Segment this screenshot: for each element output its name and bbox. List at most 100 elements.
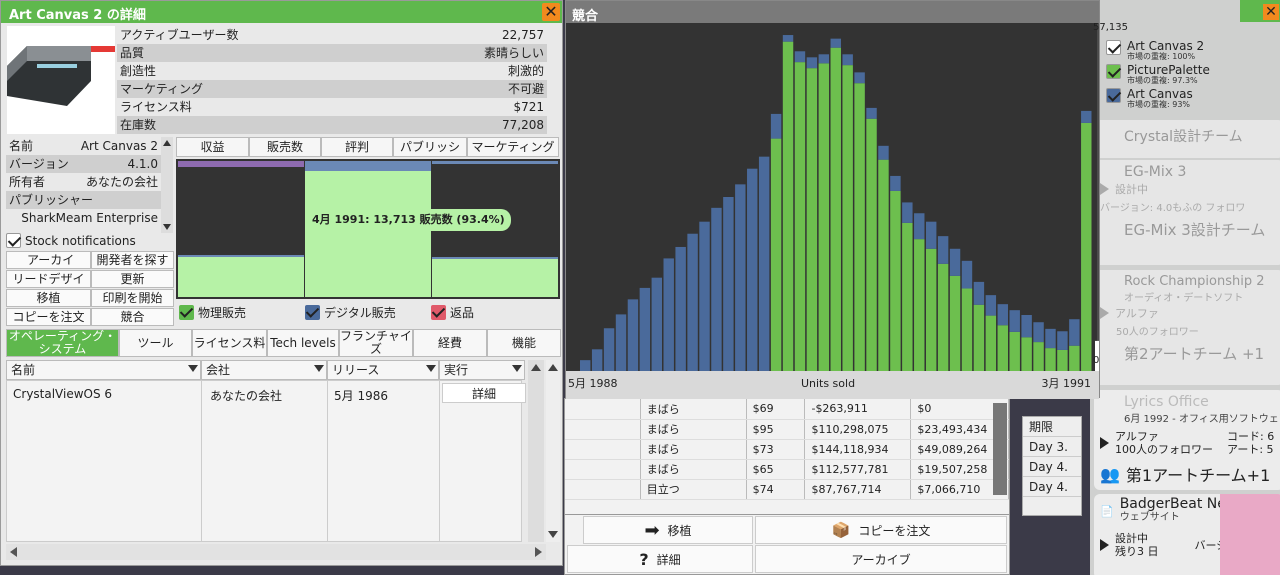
legend-returns[interactable]: 返品: [431, 303, 474, 321]
scroll-down-icon[interactable]: [163, 224, 171, 230]
bar-art-canvas[interactable]: [651, 277, 663, 371]
bar-art-canvas[interactable]: [902, 202, 913, 223]
details-button[interactable]: 詳細: [442, 383, 526, 403]
bar-picturepalette[interactable]: [1045, 348, 1056, 371]
team-card[interactable]: Crystal設計チーム: [1094, 120, 1280, 158]
bar-art-canvas[interactable]: [1045, 328, 1056, 349]
port-button[interactable]: ➡ 移植: [583, 516, 753, 544]
details-button[interactable]: ? 詳細: [567, 545, 753, 573]
update-button[interactable]: 更新: [91, 270, 174, 288]
bar-art-canvas[interactable]: [997, 304, 1008, 326]
section-tab[interactable]: 経費: [413, 329, 487, 357]
bar-picturepalette[interactable]: [914, 239, 925, 371]
section-tab[interactable]: ライセンス料: [192, 329, 267, 357]
bar-art-canvas[interactable]: [1009, 310, 1020, 332]
bar-art-canvas[interactable]: [758, 156, 770, 371]
deadline-header[interactable]: 期限: [1023, 417, 1081, 437]
bar-art-canvas[interactable]: [711, 207, 722, 371]
section-tab[interactable]: 機能: [487, 329, 561, 357]
bar-art-canvas[interactable]: [914, 213, 925, 240]
chart-tab[interactable]: マーケティング: [467, 137, 559, 157]
lead-design-button[interactable]: リードデザイ: [6, 270, 91, 288]
bar-art-canvas[interactable]: [591, 349, 603, 371]
bar-picturepalette[interactable]: [1057, 349, 1068, 371]
section-tab[interactable]: ツール: [119, 329, 192, 357]
project-card-rock[interactable]: Rock Championship 2 オーディオ・デートソフト アルファ 50…: [1094, 270, 1280, 385]
bar-art-canvas[interactable]: [675, 246, 686, 371]
bar-art-canvas[interactable]: [854, 72, 865, 84]
competition-button[interactable]: 競合: [91, 308, 174, 326]
bar-picturepalette[interactable]: [806, 68, 818, 372]
find-developer-button[interactable]: 開発者を探す: [91, 251, 174, 269]
archive-button[interactable]: アーカイ: [6, 251, 91, 269]
bar-art-canvas[interactable]: [1081, 110, 1092, 123]
bar-art-canvas[interactable]: [639, 287, 651, 371]
column-header[interactable]: 実行: [439, 360, 525, 380]
bar-picturepalette[interactable]: [842, 65, 853, 372]
table-vscroll-outer[interactable]: [546, 360, 560, 542]
bar-picturepalette[interactable]: [961, 288, 973, 371]
start-print-button[interactable]: 印刷を開始: [91, 289, 174, 307]
bar-art-canvas[interactable]: [985, 295, 997, 316]
check-icon[interactable]: [1106, 64, 1121, 79]
check-icon[interactable]: [1106, 40, 1121, 55]
bar-picturepalette[interactable]: [878, 159, 889, 371]
legend-digital[interactable]: デジタル販売: [305, 303, 396, 321]
table-row[interactable]: まばら $73 $144,118,934 $49,089,264: [565, 439, 1009, 460]
bar-art-canvas[interactable]: [782, 35, 794, 42]
bar-picturepalette[interactable]: [937, 263, 949, 371]
chart-tab[interactable]: 販売数: [249, 137, 321, 157]
bar-art-canvas[interactable]: [580, 360, 591, 371]
bar-art-canvas[interactable]: [937, 236, 949, 264]
checkbox-icon[interactable]: [6, 233, 21, 248]
chart-tab[interactable]: パブリッシ: [393, 137, 467, 157]
bar-picturepalette[interactable]: [818, 63, 830, 372]
chart-tab[interactable]: 収益: [176, 137, 249, 157]
scroll-down-icon[interactable]: [548, 531, 558, 538]
sort-arrow-icon[interactable]: [426, 365, 436, 372]
bar-art-canvas[interactable]: [890, 175, 901, 191]
legend-entry[interactable]: Art Canvas 2 市場の重複: 100%: [1106, 40, 1226, 64]
bar-picturepalette[interactable]: [854, 83, 865, 371]
bar-picturepalette[interactable]: [866, 118, 877, 371]
details-titlebar[interactable]: Art Canvas 2 の詳細 ✕: [1, 1, 562, 23]
order-copies-button[interactable]: コピーを注文: [6, 308, 91, 326]
section-tab[interactable]: Tech levels: [267, 329, 339, 357]
bar-picturepalette[interactable]: [1021, 337, 1032, 371]
bar-picturepalette[interactable]: [1009, 331, 1020, 371]
close-icon[interactable]: ✕: [1263, 4, 1279, 20]
table-hscroll[interactable]: [6, 544, 546, 560]
bar-picturepalette[interactable]: [949, 275, 961, 371]
table-row[interactable]: まばら $69 -$263,911 $0: [565, 399, 1009, 420]
check-icon[interactable]: [1106, 88, 1121, 103]
legend-physical[interactable]: 物理販売: [179, 303, 246, 321]
project-card-lyrics[interactable]: Lyrics Office 6月 1992 - オフィス用ソフトウェア アルファ…: [1094, 390, 1280, 490]
bar-picturepalette[interactable]: [902, 222, 913, 371]
legend-entry[interactable]: PicturePalette 市場の重複: 97.3%: [1106, 64, 1226, 88]
bar-picturepalette[interactable]: [1033, 342, 1044, 371]
scroll-up-icon[interactable]: [163, 140, 171, 146]
scroll-up-icon[interactable]: [548, 364, 558, 371]
bar-art-canvas[interactable]: [735, 184, 746, 371]
order-copies-button[interactable]: 📦 コピーを注文: [755, 516, 1007, 544]
bar-art-canvas[interactable]: [806, 57, 818, 69]
bar-picturepalette[interactable]: [925, 248, 937, 371]
bar-art-canvas[interactable]: [699, 221, 710, 371]
sort-arrow-icon[interactable]: [512, 365, 522, 372]
scroll-left-icon[interactable]: [10, 547, 17, 557]
bar-art-canvas[interactable]: [878, 145, 889, 160]
bar-art-canvas[interactable]: [663, 258, 674, 371]
section-tab[interactable]: オペレーティング・システム: [6, 329, 119, 357]
bar-picturepalette[interactable]: [830, 47, 841, 371]
bar-art-canvas[interactable]: [1069, 319, 1080, 346]
bar-art-canvas[interactable]: [687, 233, 698, 371]
table-row[interactable]: まばら $65 $112,577,781 $19,507,258: [565, 459, 1009, 480]
bar-picturepalette[interactable]: [1081, 122, 1092, 371]
legend-entry[interactable]: Art Canvas 市場の重複: 93%: [1106, 88, 1226, 112]
sort-arrow-icon[interactable]: [314, 365, 324, 372]
bar-picturepalette[interactable]: [770, 138, 782, 371]
bar-picturepalette[interactable]: [973, 304, 985, 371]
bar-picturepalette[interactable]: [890, 190, 901, 371]
bar-art-canvas[interactable]: [627, 299, 639, 371]
bar-art-canvas[interactable]: [842, 54, 853, 66]
